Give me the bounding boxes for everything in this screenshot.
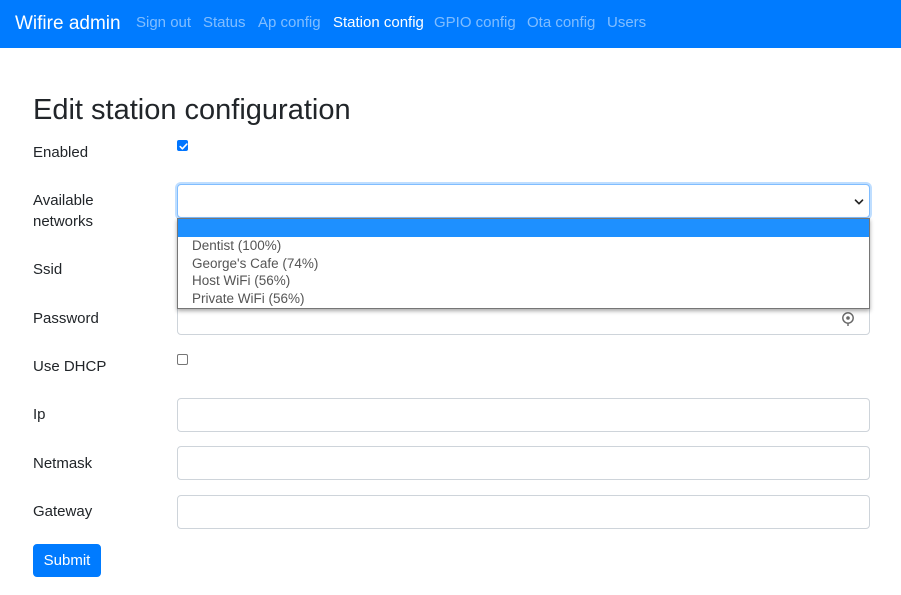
netmask-label: Netmask xyxy=(33,455,93,472)
ssid-label: Ssid xyxy=(33,261,63,278)
gateway-label: Gateway xyxy=(33,503,93,520)
ip-label: Ip xyxy=(33,406,46,423)
netmask-input[interactable] xyxy=(177,446,870,480)
ip-input[interactable] xyxy=(177,398,870,432)
dropdown-option-georges-cafe[interactable]: George's Cafe (74%) xyxy=(178,255,869,273)
nav-link-users[interactable]: Users xyxy=(607,14,646,32)
submit-button[interactable]: Submit xyxy=(33,544,101,577)
nav-link-ota-config[interactable]: Ota config xyxy=(527,14,595,32)
navbar-brand[interactable]: Wifire admin xyxy=(15,12,121,36)
enabled-checkbox[interactable] xyxy=(177,140,188,151)
page-title: Edit station configuration xyxy=(33,94,351,126)
available-networks-label-line1: Available xyxy=(33,192,94,209)
eye-reveal-icon[interactable] xyxy=(841,311,855,327)
nav-link-sign-out[interactable]: Sign out xyxy=(136,14,191,32)
available-networks-label-line2: networks xyxy=(33,213,94,230)
nav-link-ap-config[interactable]: Ap config xyxy=(258,14,321,32)
dropdown-option-private-wifi[interactable]: Private WiFi (56%) xyxy=(178,290,869,308)
available-networks-select[interactable] xyxy=(177,184,870,218)
chevron-down-icon xyxy=(854,199,864,205)
dropdown-option-empty[interactable] xyxy=(178,219,869,237)
nav-link-station-config[interactable]: Station config xyxy=(333,14,424,32)
dropdown-option-dentist[interactable]: Dentist (100%) xyxy=(178,237,869,255)
use-dhcp-label: Use DHCP xyxy=(33,358,107,375)
enabled-label: Enabled xyxy=(33,144,89,161)
nav-link-gpio-config[interactable]: GPIO config xyxy=(434,14,516,32)
use-dhcp-checkbox[interactable] xyxy=(177,354,188,365)
networks-dropdown-list: Dentist (100%) George's Cafe (74%) Host … xyxy=(177,218,870,309)
dropdown-option-host-wifi[interactable]: Host WiFi (56%) xyxy=(178,272,869,290)
password-label: Password xyxy=(33,310,99,327)
gateway-input[interactable] xyxy=(177,495,870,529)
checkmark-icon xyxy=(179,143,188,150)
nav-link-status[interactable]: Status xyxy=(203,14,246,32)
navbar: Wifire admin Sign out Status Ap config S… xyxy=(0,0,901,48)
